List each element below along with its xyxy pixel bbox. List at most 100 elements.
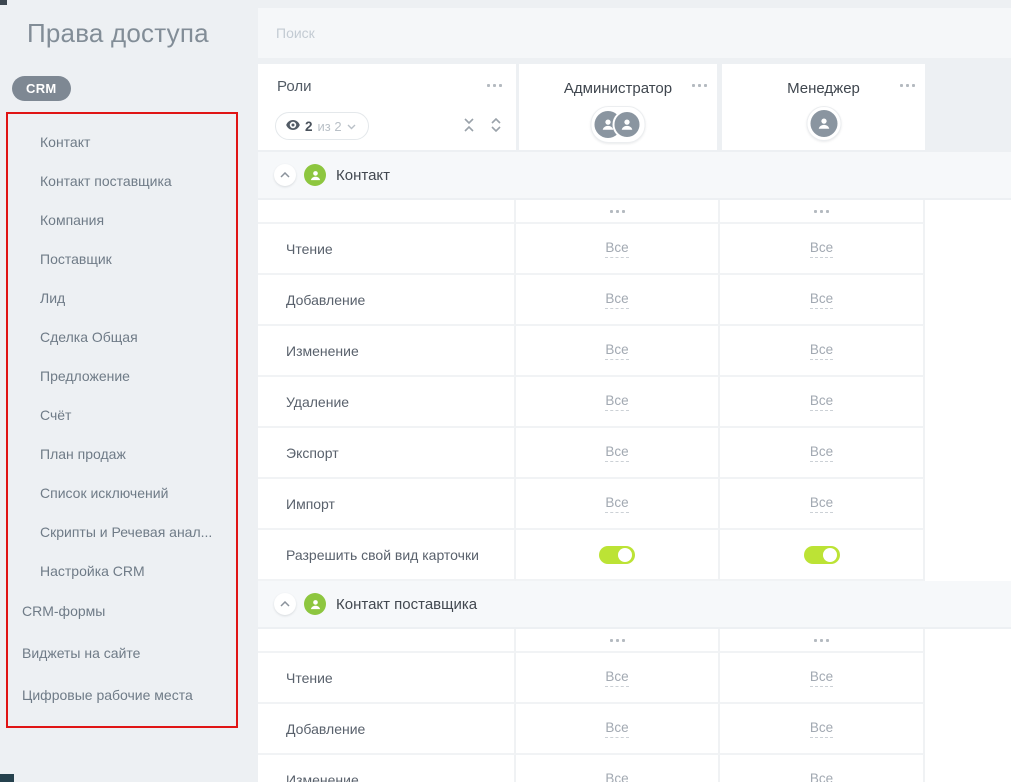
permission-row: Чтение Все Все: [258, 224, 1011, 275]
sidebar-item-crm-8[interactable]: План продаж: [8, 434, 236, 473]
permission-value-link[interactable]: Все: [605, 291, 628, 309]
row-filler: [925, 275, 1011, 326]
sidebar-item-other-2[interactable]: Цифровые рабочие места: [8, 674, 236, 716]
permission-value-link[interactable]: Все: [605, 720, 628, 738]
permission-value-cell: Все: [720, 326, 925, 377]
search-input[interactable]: [258, 8, 1011, 58]
section-collapse-icon[interactable]: [274, 593, 296, 615]
permission-toggle-on[interactable]: [599, 546, 635, 564]
permission-label: Чтение: [258, 653, 516, 704]
role-column-manager: Менеджер: [722, 64, 925, 150]
permission-label: Изменение: [258, 755, 516, 782]
permission-value-link[interactable]: Все: [810, 342, 833, 360]
sidebar-item-crm-4[interactable]: Лид: [8, 278, 236, 317]
permission-value-link[interactable]: Все: [605, 669, 628, 687]
permission-row: ИмпортВсеВсе: [258, 479, 1011, 530]
permission-value-cell: Все: [720, 704, 925, 755]
permission-row: ИзменениеВсеВсе: [258, 326, 1011, 377]
permission-value-cell: Все: [720, 755, 925, 782]
permission-value-cell: Все: [516, 377, 720, 428]
section-title: Контакт: [336, 167, 390, 184]
section-title: Контакт поставщика: [336, 596, 477, 613]
column-dots-menu[interactable]: [814, 210, 829, 213]
section-entity-icon: [304, 593, 326, 615]
sidebar-item-crm-5[interactable]: Сделка Общая: [8, 317, 236, 356]
sidebar-item-crm-0[interactable]: Контакт: [8, 122, 236, 161]
permission-value-link[interactable]: Все: [810, 495, 833, 513]
permission-value-link[interactable]: Все: [605, 240, 628, 258]
permission-value-link[interactable]: Все: [605, 342, 628, 360]
permission-value-link[interactable]: Все: [605, 771, 628, 782]
eye-icon: [286, 117, 300, 135]
sidebar-item-crm-11[interactable]: Настройка CRM: [8, 551, 236, 590]
role-members-avatars[interactable]: [591, 106, 646, 143]
roles-menu-dots[interactable]: [487, 84, 502, 87]
roles-header-label: Роли: [277, 78, 312, 95]
collapse-all-icon[interactable]: [462, 118, 476, 137]
sidebar-item-crm-10[interactable]: Скрипты и Речевая анал...: [8, 512, 236, 551]
role-column-admin: Администратор: [519, 64, 717, 150]
sidebar-item-crm-1[interactable]: Контакт поставщика: [8, 161, 236, 200]
section-collapse-icon[interactable]: [274, 164, 296, 186]
sidebar-item-crm-3[interactable]: Поставщик: [8, 239, 236, 278]
permission-value-cell: Все: [516, 653, 720, 704]
user-avatar-icon: [613, 110, 642, 139]
row-filler: [925, 224, 1011, 275]
column-dots-menu[interactable]: [610, 210, 625, 213]
permission-value-cell: Все: [516, 326, 720, 377]
toggle-knob: [823, 548, 837, 562]
permission-value-link[interactable]: Все: [810, 291, 833, 309]
permission-value-link[interactable]: Все: [605, 495, 628, 513]
permission-label: Добавление: [258, 704, 516, 755]
sidebar-menu-highlight-box: КонтактКонтакт поставщикаКомпанияПоставщ…: [6, 112, 238, 728]
column-dots-menu[interactable]: [610, 639, 625, 642]
section-header-1: Контакт поставщика: [258, 581, 1011, 627]
permission-value-link[interactable]: Все: [810, 444, 833, 462]
permission-row: ДобавлениеВсеВсе: [258, 275, 1011, 326]
role-members-avatars[interactable]: [806, 106, 841, 141]
row-filler: [925, 428, 1011, 479]
permission-label: Экспорт: [258, 428, 516, 479]
roles-header-card: Роли 2 из 2: [258, 64, 516, 150]
sidebar-item-crm-7[interactable]: Счёт: [8, 395, 236, 434]
row-filler: [925, 704, 1011, 755]
permission-value-cell: Все: [516, 755, 720, 782]
permission-row: Добавление Все Все: [258, 704, 1011, 755]
permission-value-link[interactable]: Все: [605, 444, 628, 462]
page-title: Права доступа: [27, 18, 209, 49]
column-actions-cell: [516, 200, 720, 224]
permission-value-cell: Все: [720, 377, 925, 428]
permission-value-cell: Все: [516, 224, 720, 275]
permission-value-link[interactable]: Все: [810, 669, 833, 687]
permission-label: Удаление: [258, 377, 516, 428]
sidebar-item-crm-6[interactable]: Предложение: [8, 356, 236, 395]
expand-all-icon[interactable]: [490, 118, 502, 137]
permission-value-link[interactable]: Все: [810, 720, 833, 738]
permission-value-cell: Все: [720, 653, 925, 704]
permission-value-cell: [720, 530, 925, 581]
user-avatar-icon: [810, 110, 837, 137]
permission-value-link[interactable]: Все: [810, 771, 833, 782]
sidebar-item-other-1[interactable]: Виджеты на сайте: [8, 632, 236, 674]
row-filler: [925, 377, 1011, 428]
sidebar-item-crm-9[interactable]: Список исключений: [8, 473, 236, 512]
sidebar-item-other-0[interactable]: CRM-формы: [8, 590, 236, 632]
permission-row: Экспорт Все Все: [258, 428, 1011, 479]
permission-toggle-on[interactable]: [804, 546, 840, 564]
chevron-down-icon: [347, 117, 356, 135]
column-dots-menu[interactable]: [814, 639, 829, 642]
permission-value-cell: Все: [516, 704, 720, 755]
sidebar: Права доступа CRM КонтактКонтакт поставщ…: [0, 0, 258, 782]
permission-value-link[interactable]: Все: [810, 393, 833, 411]
permission-value-cell: Все: [516, 428, 720, 479]
roles-filter-total: из 2: [318, 119, 342, 134]
crm-badge: CRM: [12, 76, 71, 101]
bottom-left-fragment: [0, 774, 14, 782]
role-column-menu-dots[interactable]: [692, 84, 707, 87]
roles-filter-pill[interactable]: 2 из 2: [275, 112, 369, 140]
permission-value-link[interactable]: Все: [810, 240, 833, 258]
permission-label: Чтение: [258, 224, 516, 275]
role-column-menu-dots[interactable]: [900, 84, 915, 87]
sidebar-item-crm-2[interactable]: Компания: [8, 200, 236, 239]
permission-value-link[interactable]: Все: [605, 393, 628, 411]
